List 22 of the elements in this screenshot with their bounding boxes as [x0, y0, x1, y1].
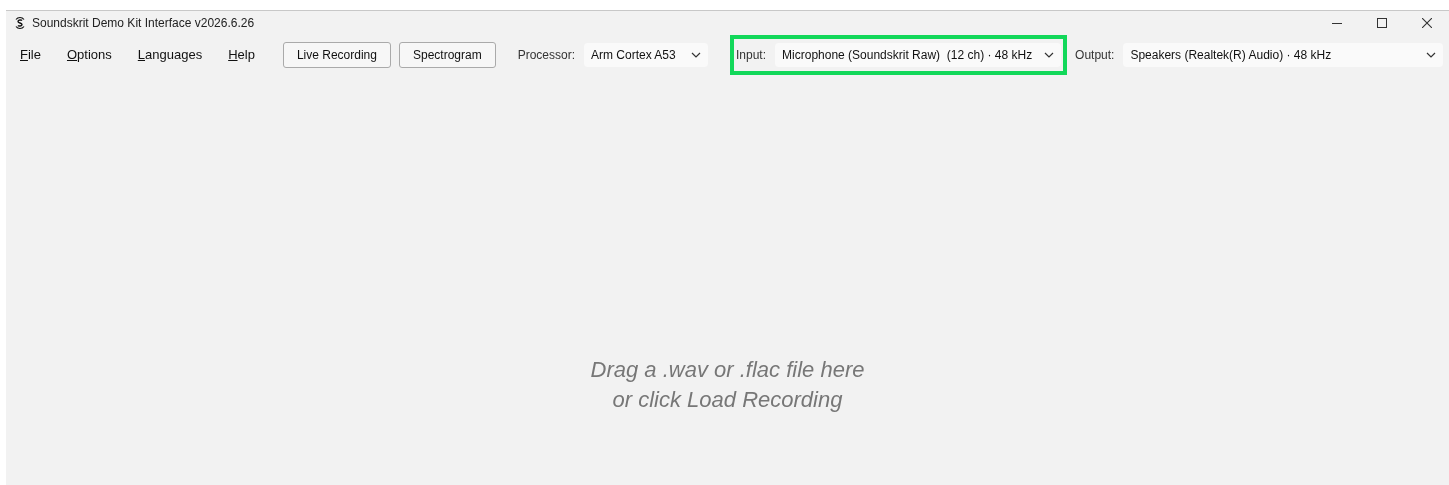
chevron-down-icon: [691, 52, 701, 58]
window-title: Soundskrit Demo Kit Interface v2026.6.26: [32, 15, 255, 32]
drop-hint-text: Drag a .wav or .flac file here: [590, 356, 865, 384]
toolbar-button[interactable]: Spectrogram: [398, 42, 496, 68]
menu-item[interactable]: File: [14, 45, 47, 65]
close-icon: [1421, 18, 1432, 28]
toolbar-button[interactable]: Live Recording: [282, 42, 391, 68]
menu-item[interactable]: Help: [222, 45, 261, 65]
dropdown[interactable]: Microphone (Soundskrit Raw) (12 ch) · 48 kHz: [775, 43, 1062, 67]
maximize-icon: [1376, 18, 1387, 28]
menu-item[interactable]: Languages: [131, 45, 209, 65]
menu-item[interactable]: Options: [60, 45, 118, 65]
app-logo-icon: [14, 16, 26, 30]
minimize-icon: [1331, 22, 1342, 24]
dropdown[interactable]: Arm Cortex A53: [584, 43, 708, 67]
selector-label: Output:: [1075, 47, 1115, 64]
selector-label: Input:: [736, 47, 767, 64]
chevron-down-icon: [1044, 52, 1055, 58]
selector-label: Processor:: [517, 47, 575, 64]
chevron-down-icon: [1426, 52, 1436, 58]
dropdown[interactable]: Speakers (Realtek(R) Audio) · 48 kHz: [1123, 43, 1443, 67]
drop-hint-text: or click Load Recording: [612, 386, 843, 414]
